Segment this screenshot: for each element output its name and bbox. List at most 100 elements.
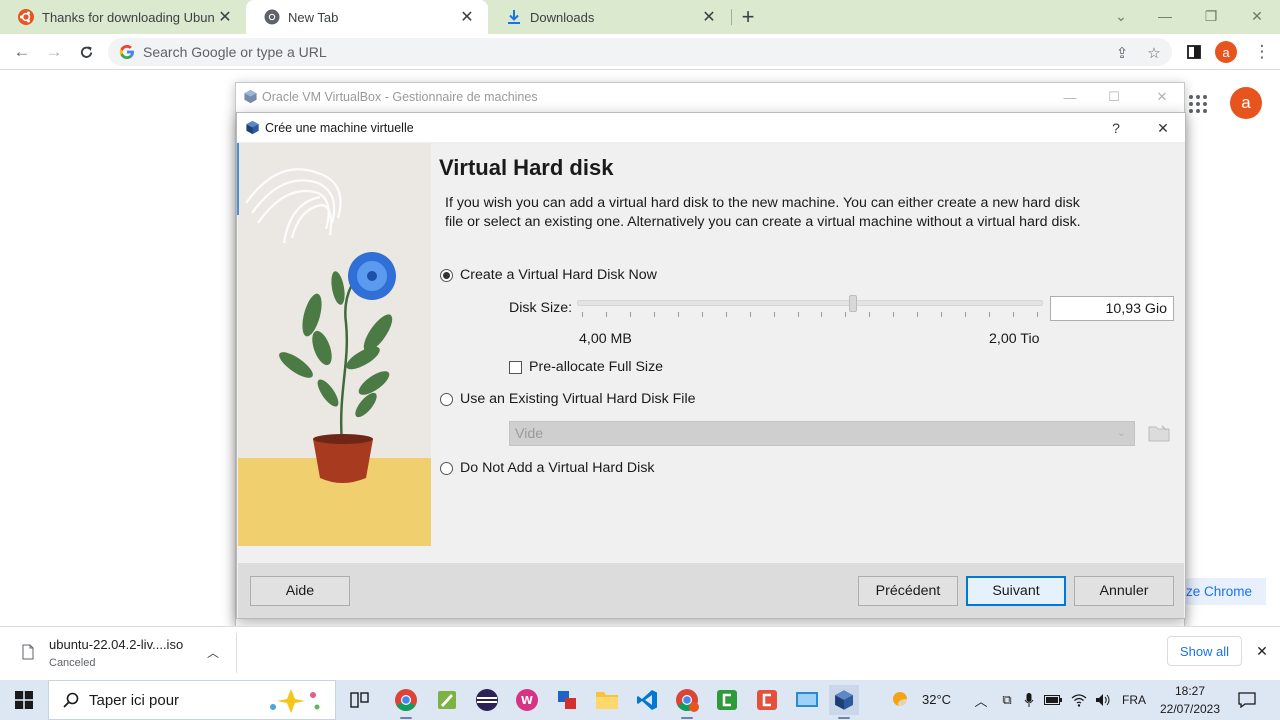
volume-icon[interactable]	[1094, 690, 1112, 710]
tab-separator	[731, 9, 732, 25]
minimize-icon[interactable]: —	[1058, 87, 1082, 107]
maximize-icon[interactable]: ☐	[1102, 87, 1126, 107]
star-icon[interactable]: ☆	[1145, 44, 1163, 62]
restore-icon[interactable]: ❐	[1188, 3, 1234, 29]
close-icon[interactable]: ✕	[214, 6, 236, 28]
slider-tick	[869, 312, 871, 317]
back-arrow-icon[interactable]: ←	[10, 40, 34, 64]
close-icon[interactable]: ✕	[1150, 87, 1174, 107]
wizard-accent-bar	[237, 143, 239, 215]
create-vm-wizard: Crée une machine virtuelle ? ✕ Virtual H…	[236, 112, 1186, 619]
virtualbox-icon	[246, 120, 259, 135]
next-button[interactable]: Suivant	[966, 576, 1066, 606]
close-window-icon[interactable]: ✕	[1234, 3, 1280, 29]
weather-temperature[interactable]: 32°C	[922, 692, 951, 707]
virtualbox-taskbar-icon[interactable]	[829, 685, 859, 719]
share-icon[interactable]: ⇪	[1113, 44, 1131, 62]
no-disk-label[interactable]: Do Not Add a Virtual Hard Disk	[460, 460, 655, 476]
tab-new-tab[interactable]: New Tab ✕	[246, 0, 488, 34]
clock-date[interactable]: 22/07/2023	[1154, 702, 1226, 716]
sidebar-icon[interactable]	[1182, 40, 1206, 64]
paint-icon[interactable]	[432, 685, 462, 715]
page-profile-avatar[interactable]: a	[1230, 87, 1262, 119]
minimize-icon[interactable]: —	[1142, 3, 1188, 29]
no-disk-radio[interactable]	[440, 462, 453, 475]
forward-arrow-icon[interactable]: →	[42, 40, 66, 64]
disk-size-min-label: 4,00 MB	[579, 331, 632, 347]
wizard-illustration	[238, 143, 431, 546]
chrome-taskbar-icon[interactable]	[391, 685, 421, 719]
close-icon[interactable]: ✕	[698, 6, 720, 28]
tab-title: New Tab	[288, 9, 339, 25]
cancel-button[interactable]: Annuler	[1074, 576, 1174, 606]
new-tab-button[interactable]: +	[736, 4, 760, 29]
slider-tick	[629, 312, 631, 317]
disk-size-slider-handle[interactable]	[849, 295, 857, 312]
download-status: Canceled	[49, 657, 96, 669]
create-disk-now-label[interactable]: Create a Virtual Hard Disk Now	[460, 267, 657, 283]
tab-ubuntu[interactable]: Thanks for downloading Ubuntu ✕	[0, 0, 246, 34]
microphone-icon[interactable]	[1020, 690, 1038, 710]
clion-icon[interactable]	[752, 685, 782, 715]
tab-search-icon[interactable]: ⌄	[1098, 3, 1144, 29]
taskbar-search-box[interactable]: Taper ici pour	[48, 680, 336, 720]
help-icon[interactable]: ?	[1104, 117, 1128, 139]
use-existing-disk-radio[interactable]	[440, 393, 453, 406]
use-existing-disk-label[interactable]: Use an Existing Virtual Hard Disk File	[460, 391, 696, 407]
battery-icon[interactable]	[1044, 690, 1062, 710]
preallocate-label[interactable]: Pre-allocate Full Size	[529, 359, 663, 375]
chevron-up-icon[interactable]: ︿	[972, 690, 990, 710]
eclipse-icon[interactable]	[472, 685, 502, 715]
help-button[interactable]: Aide	[250, 576, 350, 606]
wifi-icon[interactable]	[1070, 690, 1088, 710]
clock-time[interactable]: 18:27	[1160, 684, 1220, 698]
browse-disk-button[interactable]	[1147, 422, 1171, 444]
codeblocks-icon[interactable]	[712, 685, 742, 715]
slider-tick	[941, 312, 943, 317]
customize-chrome-button[interactable]: ze Chrome	[1178, 578, 1267, 605]
slider-tick	[797, 312, 799, 317]
slider-tick	[1037, 312, 1038, 317]
address-bar[interactable]: ⇪ ☆	[108, 38, 1172, 66]
tab-strip: Thanks for downloading Ubuntu ✕ New Tab …	[0, 0, 1280, 34]
meet-now-icon[interactable]: ⧉	[998, 690, 1016, 710]
ubuntu-icon	[18, 9, 34, 25]
disk-size-input[interactable]	[1050, 296, 1174, 321]
existing-disk-select[interactable]: Vide ⌄	[509, 421, 1135, 446]
wamp-icon[interactable]: W	[512, 685, 542, 715]
slider-tick	[917, 312, 919, 317]
chevron-up-icon[interactable]: ︿	[204, 643, 222, 661]
create-disk-now-radio[interactable]	[440, 269, 453, 282]
vscode-icon[interactable]	[632, 685, 662, 715]
download-file-name[interactable]: ubuntu-22.04.2-liv....iso	[49, 637, 183, 652]
language-indicator[interactable]: FRA	[1122, 693, 1146, 707]
network-tool-icon[interactable]	[552, 685, 582, 715]
close-icon[interactable]: ✕	[1151, 117, 1175, 139]
remote-desktop-icon[interactable]	[792, 685, 822, 715]
slider-tick	[965, 312, 967, 317]
kebab-menu-icon[interactable]: ⋮	[1250, 40, 1274, 64]
preallocate-checkbox[interactable]	[509, 361, 522, 374]
windows-start-button[interactable]	[0, 680, 48, 720]
task-view-icon[interactable]	[345, 685, 375, 715]
download-icon	[508, 10, 520, 24]
chrome-profile-taskbar-icon[interactable]	[672, 685, 702, 719]
reload-icon[interactable]	[74, 40, 98, 64]
close-icon[interactable]: ✕	[456, 6, 478, 28]
omnibox-input[interactable]	[143, 44, 1043, 60]
notifications-icon[interactable]	[1236, 690, 1258, 710]
show-all-button[interactable]: Show all	[1167, 636, 1242, 666]
profile-avatar[interactable]: a	[1215, 41, 1237, 63]
tab-title: Thanks for downloading Ubuntu	[42, 9, 214, 25]
slider-tick	[725, 312, 727, 317]
apps-grid-icon[interactable]	[1188, 94, 1208, 114]
download-divider	[236, 633, 237, 673]
close-icon[interactable]: ✕	[1252, 641, 1272, 661]
tab-downloads[interactable]: Downloads ✕	[488, 0, 730, 34]
slider-tick	[773, 312, 775, 317]
windows-start-icon	[15, 691, 33, 709]
file-explorer-icon[interactable]	[592, 685, 622, 715]
back-button[interactable]: Précédent	[858, 576, 958, 606]
weather-icon[interactable]	[890, 690, 916, 710]
disk-size-slider-track[interactable]	[577, 300, 1043, 306]
